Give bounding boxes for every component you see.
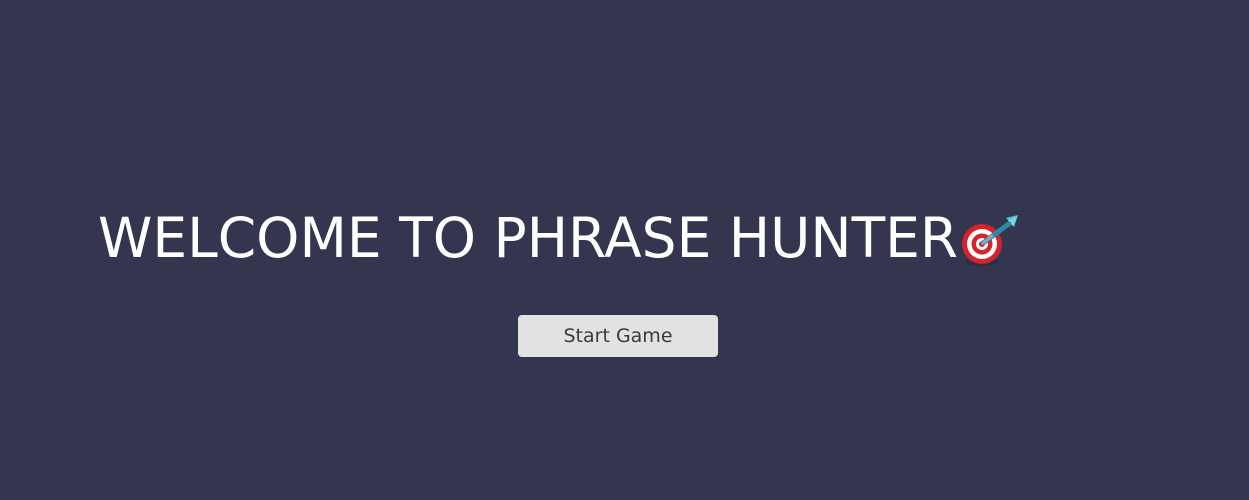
start-game-button[interactable]: Start Game: [518, 315, 718, 357]
game-title: WELCOME TO PHRASE HUNTER: [98, 206, 959, 270]
title-row: WELCOME TO PHRASE HUNTER: [98, 198, 1022, 278]
direct-hit-target-icon: [960, 214, 1022, 268]
start-overlay: WELCOME TO PHRASE HUNTER Start Game: [0, 0, 1249, 500]
